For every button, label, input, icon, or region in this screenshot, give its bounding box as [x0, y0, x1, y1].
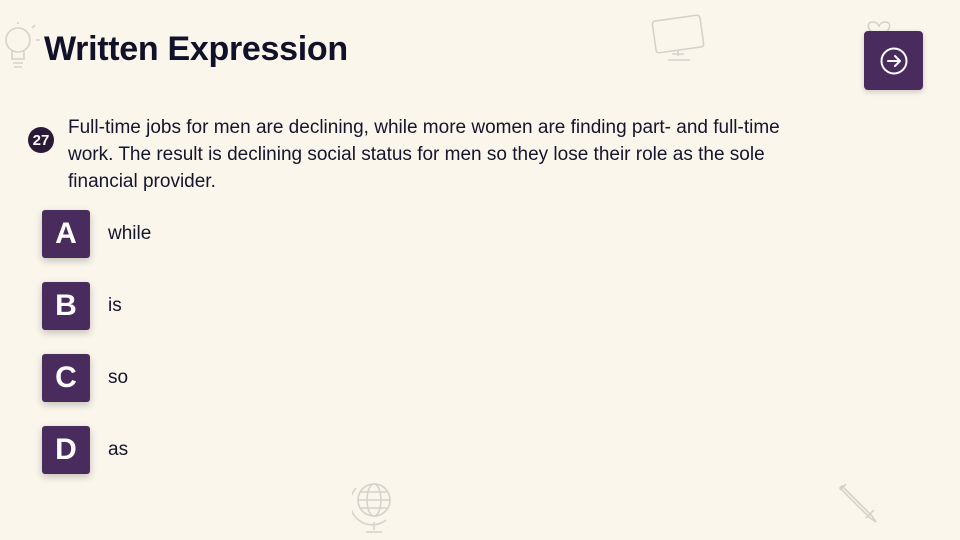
option-text: is	[108, 295, 122, 316]
option-letter: A	[42, 210, 90, 258]
globe-icon	[352, 478, 398, 536]
option-letter: C	[42, 354, 90, 402]
option-a[interactable]: A while	[42, 209, 442, 259]
option-letter: D	[42, 426, 90, 474]
option-b[interactable]: B is	[42, 281, 442, 331]
option-d[interactable]: D as	[42, 425, 442, 475]
option-text: while	[108, 223, 152, 244]
arrow-right-circle-icon	[880, 47, 907, 74]
lightbulb-icon	[0, 22, 40, 74]
monitor-icon	[648, 14, 708, 64]
page-title: Written Expression	[44, 30, 348, 68]
option-text: as	[108, 439, 129, 460]
option-c[interactable]: C so	[42, 353, 442, 403]
question-number-badge: 27	[28, 127, 54, 153]
question-text: Full-time jobs for men are declining, wh…	[68, 117, 780, 192]
next-button[interactable]	[864, 31, 923, 90]
pencil-icon	[836, 480, 880, 524]
option-text: so	[108, 367, 129, 388]
option-letter: B	[42, 282, 90, 330]
